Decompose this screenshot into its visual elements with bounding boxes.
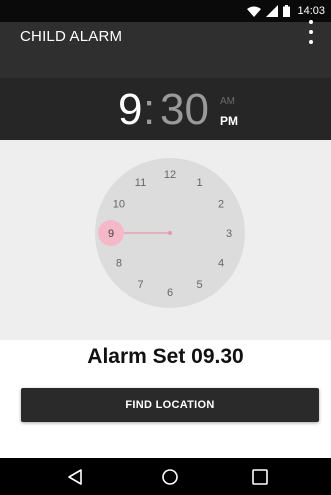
clock-face[interactable]: 121234567891011: [94, 157, 246, 309]
more-vert-icon[interactable]: [303, 20, 319, 44]
status-bar: 14:03: [0, 0, 331, 22]
wifi-icon: [247, 6, 262, 17]
signal-icon: [266, 5, 279, 17]
clock-number-9[interactable]: 9: [108, 228, 114, 240]
clock-number-11[interactable]: 11: [135, 177, 146, 189]
clock-center: [168, 231, 172, 235]
time-separator: :: [143, 85, 156, 134]
clock-number-5[interactable]: 5: [196, 279, 202, 291]
am-toggle[interactable]: AM: [220, 96, 235, 107]
clock-number-4[interactable]: 4: [218, 258, 224, 270]
clock-number-2[interactable]: 2: [218, 199, 224, 211]
status-icons: 14:03: [247, 4, 325, 18]
nav-bar: [0, 458, 331, 495]
clock-number-1[interactable]: 1: [196, 177, 202, 189]
status-time: 14:03: [297, 5, 325, 17]
recents-icon[interactable]: [249, 466, 271, 488]
home-icon[interactable]: [159, 466, 181, 488]
clock-number-6[interactable]: 6: [167, 287, 173, 299]
clock-number-7[interactable]: 7: [137, 279, 143, 291]
back-icon[interactable]: [64, 466, 86, 488]
find-location-button[interactable]: FIND LOCATION: [21, 388, 319, 422]
pm-toggle[interactable]: PM: [220, 114, 238, 128]
clock-number-3[interactable]: 3: [226, 228, 232, 240]
hour-display[interactable]: 9: [118, 86, 142, 134]
app-title: CHILD ALARM: [20, 28, 123, 45]
battery-icon: [283, 5, 291, 17]
clock-number-12[interactable]: 12: [164, 169, 176, 181]
clock-number-10[interactable]: 10: [113, 199, 125, 211]
minutes-display[interactable]: 30: [160, 86, 209, 134]
alarm-status-text: Alarm Set 09.30: [87, 345, 244, 368]
clock-number-8[interactable]: 8: [116, 258, 122, 270]
